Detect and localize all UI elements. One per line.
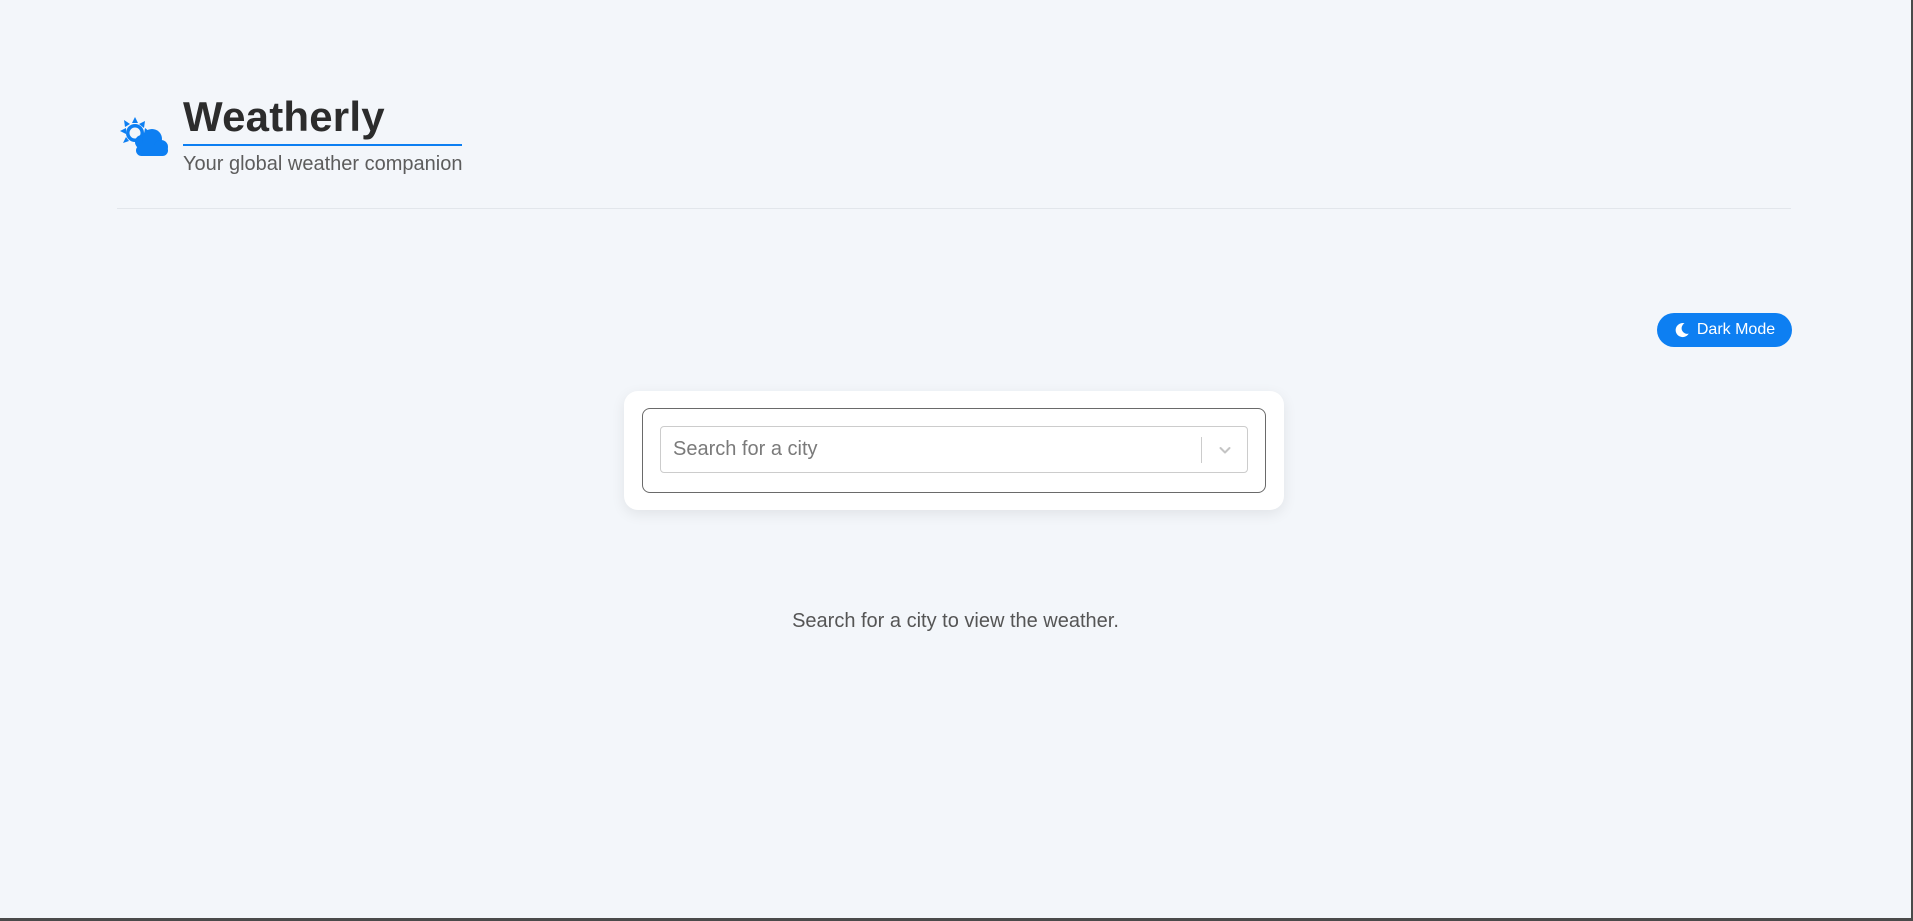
search-card xyxy=(624,391,1284,510)
dark-mode-label: Dark Mode xyxy=(1696,321,1776,338)
city-search-input[interactable] xyxy=(661,427,1201,472)
empty-state-message: Search for a city to view the weather. xyxy=(792,610,1119,632)
brand: Weatherly Your global weather companion xyxy=(183,94,463,176)
header-divider xyxy=(117,208,1791,209)
app-viewport: Weatherly Your global weather companion … xyxy=(0,0,1911,918)
dark-mode-button[interactable]: Dark Mode xyxy=(1657,313,1792,347)
app-header: Weatherly Your global weather companion xyxy=(117,94,463,176)
app-title: Weatherly xyxy=(183,94,463,146)
chevron-down-icon[interactable] xyxy=(1202,427,1247,472)
app-subtitle: Your global weather companion xyxy=(183,153,463,175)
sun-cloud-icon xyxy=(117,115,169,163)
moon-icon xyxy=(1674,322,1690,338)
city-select[interactable] xyxy=(660,426,1248,473)
search-frame xyxy=(642,408,1266,493)
